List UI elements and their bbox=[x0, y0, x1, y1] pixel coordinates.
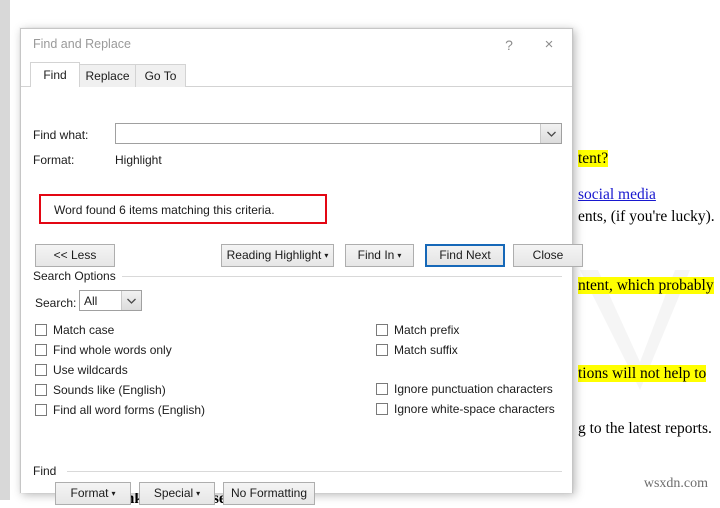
format-button[interactable]: Format ▾ bbox=[55, 482, 131, 505]
checkbox-label: Match prefix bbox=[394, 323, 460, 337]
checkbox-ignore-white-space[interactable]: Ignore white-space characters bbox=[376, 401, 555, 417]
checkbox-box[interactable] bbox=[376, 324, 388, 336]
checkbox-label: Match case bbox=[53, 323, 115, 337]
close-button-label: Close bbox=[532, 248, 564, 262]
reading-highlight-button[interactable]: Reading Highlight ▾ bbox=[221, 244, 334, 267]
find-and-replace-dialog: Find and Replace ? × Find Replace Go To … bbox=[20, 28, 583, 505]
chevron-down-icon[interactable] bbox=[121, 291, 141, 310]
less-button-label: << Less bbox=[53, 248, 97, 262]
tab-replace-label: Replace bbox=[85, 69, 130, 83]
less-button[interactable]: << Less bbox=[35, 244, 115, 267]
find-in-label: Find In bbox=[357, 248, 395, 262]
checkbox-box[interactable] bbox=[35, 384, 47, 396]
format-label: Format: bbox=[33, 153, 75, 167]
highlighted-text: tent? bbox=[578, 150, 609, 167]
document-left-margin bbox=[0, 0, 10, 500]
document-text-line: tent? bbox=[578, 150, 609, 168]
dialog-title: Find and Replace bbox=[33, 37, 131, 51]
search-options-group-label: Search Options bbox=[33, 269, 122, 283]
checkbox-box[interactable] bbox=[376, 403, 388, 415]
document-text-line: ntent, which probably bbox=[578, 277, 714, 295]
status-message-text: Word found 6 items matching this criteri… bbox=[54, 203, 275, 217]
checkbox-box[interactable] bbox=[376, 383, 388, 395]
search-scope-value: All bbox=[84, 294, 98, 308]
checkbox-use-wildcards[interactable]: Use wildcards bbox=[35, 362, 128, 378]
search-scope-select[interactable]: All bbox=[79, 290, 142, 311]
checkbox-match-prefix[interactable]: Match prefix bbox=[376, 322, 459, 338]
checkbox-label: Ignore white-space characters bbox=[394, 402, 555, 416]
document-text: ents, (if you're lucky). bbox=[578, 208, 715, 225]
find-group-label: Find bbox=[33, 464, 63, 478]
find-next-button[interactable]: Find Next bbox=[425, 244, 505, 267]
special-button-label: Special bbox=[153, 486, 194, 500]
checkbox-label: Match suffix bbox=[394, 343, 458, 357]
dialog-tabstrip: Find Replace Go To bbox=[21, 61, 572, 87]
dialog-titlebar[interactable]: Find and Replace ? × bbox=[21, 29, 572, 61]
no-formatting-button[interactable]: No Formatting bbox=[223, 482, 315, 505]
checkbox-label: Ignore punctuation characters bbox=[394, 382, 553, 396]
site-watermark: wsxdn.com bbox=[643, 476, 708, 491]
find-next-label: Find Next bbox=[439, 248, 491, 262]
checkbox-box[interactable] bbox=[376, 344, 388, 356]
checkbox-box[interactable] bbox=[35, 364, 47, 376]
checkbox-find-whole-words-only[interactable]: Find whole words only bbox=[35, 342, 172, 358]
format-button-label: Format bbox=[70, 486, 109, 500]
highlighted-text: tions will not help to bbox=[578, 365, 707, 382]
checkbox-match-suffix[interactable]: Match suffix bbox=[376, 342, 458, 358]
checkbox-box[interactable] bbox=[35, 344, 47, 356]
find-what-label: Find what: bbox=[33, 128, 89, 142]
caret-down-icon: ▾ bbox=[196, 489, 201, 498]
caret-down-icon: ▾ bbox=[324, 251, 329, 260]
reading-highlight-label: Reading Highlight bbox=[226, 248, 322, 262]
caret-down-icon: ▾ bbox=[397, 251, 402, 260]
document-hyperlink[interactable]: social media bbox=[578, 186, 656, 203]
checkbox-match-case[interactable]: Match case bbox=[35, 322, 114, 338]
checkbox-label: Sounds like (English) bbox=[53, 383, 166, 397]
checkbox-box[interactable] bbox=[35, 324, 47, 336]
tab-go-to[interactable]: Go To bbox=[135, 64, 186, 87]
no-formatting-label: No Formatting bbox=[230, 486, 308, 500]
chevron-down-icon[interactable] bbox=[540, 124, 561, 143]
tab-find[interactable]: Find bbox=[30, 62, 80, 87]
highlighted-text: ntent, which probably bbox=[578, 277, 714, 294]
document-text-line: g to the latest reports. bbox=[578, 420, 712, 438]
help-icon[interactable]: ? bbox=[492, 29, 526, 60]
status-message-box: Word found 6 items matching this criteri… bbox=[39, 194, 327, 224]
checkbox-label: Use wildcards bbox=[53, 363, 128, 377]
dialog-body: Find what: Format: Highlight Word found … bbox=[21, 87, 583, 505]
document-text: g to the latest reports. bbox=[578, 420, 712, 437]
tab-find-label: Find bbox=[43, 68, 67, 82]
find-what-input[interactable] bbox=[116, 124, 541, 143]
checkbox-label: Find whole words only bbox=[53, 343, 172, 357]
group-divider bbox=[67, 471, 562, 472]
close-dialog-button[interactable]: Close bbox=[513, 244, 583, 267]
document-text-line: social media bbox=[578, 186, 656, 204]
group-divider bbox=[109, 276, 562, 277]
find-what-combobox[interactable] bbox=[115, 123, 562, 144]
tab-replace[interactable]: Replace bbox=[79, 64, 136, 87]
chevron-down-glyph bbox=[127, 298, 136, 304]
chevron-down-glyph bbox=[546, 131, 556, 137]
close-icon[interactable]: × bbox=[532, 29, 566, 60]
checkbox-box[interactable] bbox=[35, 404, 47, 416]
checkbox-label: Find all word forms (English) bbox=[53, 403, 206, 417]
find-in-button[interactable]: Find In ▾ bbox=[345, 244, 414, 267]
checkbox-find-all-word-forms[interactable]: Find all word forms (English) bbox=[35, 402, 205, 418]
checkbox-ignore-punctuation[interactable]: Ignore punctuation characters bbox=[376, 381, 553, 397]
format-value: Highlight bbox=[115, 153, 162, 167]
document-text-line: ents, (if you're lucky). bbox=[578, 208, 715, 226]
special-button[interactable]: Special ▾ bbox=[139, 482, 215, 505]
checkbox-sounds-like[interactable]: Sounds like (English) bbox=[35, 382, 166, 398]
search-scope-label: Search: bbox=[35, 296, 77, 310]
document-text-line: tions will not help to bbox=[578, 365, 707, 383]
tab-go-to-label: Go To bbox=[144, 69, 177, 83]
caret-down-icon: ▾ bbox=[111, 489, 116, 498]
